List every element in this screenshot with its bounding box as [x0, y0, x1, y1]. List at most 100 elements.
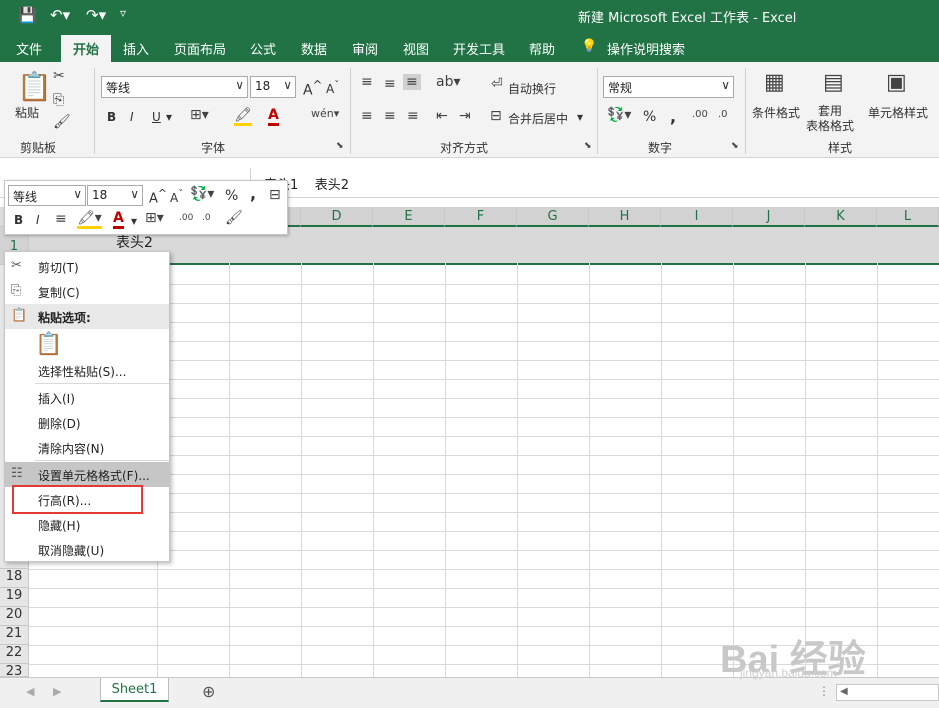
mini-decrease-decimal-icon[interactable]: .0: [202, 213, 211, 223]
align-right-icon[interactable]: ≡: [407, 108, 419, 124]
horizontal-scrollbar[interactable]: ◀: [836, 684, 939, 701]
mini-font-color-icon[interactable]: A: [113, 210, 124, 229]
column-header[interactable]: D: [301, 207, 373, 227]
align-top-icon[interactable]: ≡: [361, 74, 373, 90]
menu-item-cut[interactable]: ✂ 剪切(T): [5, 254, 169, 279]
row-header[interactable]: 19: [0, 588, 29, 607]
mini-bold-button[interactable]: B: [14, 213, 23, 227]
menu-item-clear[interactable]: 清除内容(N): [5, 435, 169, 460]
column-header[interactable]: L: [877, 207, 939, 227]
cell-b1[interactable]: 表头2: [116, 232, 153, 252]
tab-formulas[interactable]: 公式: [250, 39, 276, 58]
merge-center-button[interactable]: 合并后居中: [508, 110, 568, 127]
redo-icon[interactable]: ↷▾: [86, 6, 106, 24]
align-left-icon[interactable]: ≡: [361, 108, 373, 124]
accounting-icon[interactable]: 💱▾: [607, 107, 631, 123]
tell-me-search[interactable]: 操作说明搜索: [607, 39, 685, 58]
increase-indent-icon[interactable]: ⇥: [459, 108, 471, 124]
mini-shrink-font-icon[interactable]: Aˇ: [170, 189, 183, 205]
number-format-combo[interactable]: 常规 ∨: [603, 76, 734, 98]
cut-icon[interactable]: ✂: [53, 68, 65, 84]
menu-item-delete[interactable]: 删除(D): [5, 410, 169, 435]
dialog-launcher-icon[interactable]: ⬊: [336, 141, 344, 151]
format-painter-icon[interactable]: 🖌: [53, 114, 71, 130]
row-header[interactable]: 23: [0, 664, 29, 677]
column-header[interactable]: E: [373, 207, 445, 227]
conditional-format-button[interactable]: 条件格式: [752, 104, 800, 121]
align-center-icon[interactable]: ≡: [384, 108, 396, 124]
add-sheet-icon[interactable]: ⊕: [202, 682, 215, 701]
mini-border-icon[interactable]: ⊞▾: [145, 210, 164, 226]
mini-increase-decimal-icon[interactable]: .00: [179, 213, 193, 223]
shrink-font-icon[interactable]: Aˇ: [326, 80, 339, 96]
comma-button[interactable]: ,: [670, 107, 676, 126]
next-sheet-icon[interactable]: ▶: [53, 685, 61, 698]
tab-data[interactable]: 数据: [301, 39, 327, 58]
border-icon[interactable]: ⊞▾: [190, 107, 209, 123]
fill-color-icon[interactable]: 🖍: [234, 107, 252, 126]
column-header[interactable]: J: [733, 207, 805, 227]
dialog-launcher-icon[interactable]: ⬊: [731, 141, 739, 151]
formula-input[interactable]: 表头1 表头2: [250, 168, 939, 197]
wrap-text-button[interactable]: 自动换行: [508, 80, 556, 97]
percent-button[interactable]: %: [643, 109, 656, 125]
tab-page-layout[interactable]: 页面布局: [174, 39, 226, 58]
font-size-combo[interactable]: 18 ∨: [250, 76, 296, 98]
customize-qat-icon[interactable]: ▿: [120, 6, 126, 20]
row-header[interactable]: 21: [0, 626, 29, 645]
tab-help[interactable]: 帮助: [529, 39, 555, 58]
paste-option-icon[interactable]: 📋: [35, 332, 62, 357]
menu-item-format-cells[interactable]: ☷ 设置单元格格式(F)...: [5, 462, 169, 487]
italic-button[interactable]: I: [130, 110, 134, 124]
tab-developer[interactable]: 开发工具: [453, 39, 505, 58]
align-bottom-icon[interactable]: ≡: [403, 74, 421, 90]
dialog-launcher-icon[interactable]: ⬊: [584, 141, 592, 151]
menu-item-insert[interactable]: 插入(I): [5, 385, 169, 410]
menu-item-copy[interactable]: ⎘ 复制(C): [5, 279, 169, 304]
tab-view[interactable]: 视图: [403, 39, 429, 58]
mini-format-painter-icon[interactable]: 🖌: [225, 210, 243, 226]
tab-home[interactable]: 开始: [61, 35, 112, 62]
cell-styles-icon[interactable]: ▣: [886, 70, 907, 95]
column-header[interactable]: F: [445, 207, 517, 227]
column-header[interactable]: H: [589, 207, 661, 227]
conditional-format-icon[interactable]: ▦: [764, 70, 785, 95]
tab-review[interactable]: 审阅: [352, 39, 378, 58]
scroll-left-icon[interactable]: ◀: [840, 686, 848, 697]
mini-italic-button[interactable]: I: [36, 213, 40, 227]
column-header[interactable]: G: [517, 207, 589, 227]
column-header[interactable]: K: [805, 207, 877, 227]
format-as-table-icon[interactable]: ▤: [823, 70, 844, 95]
chevron-down-icon[interactable]: ▾: [577, 110, 583, 124]
orientation-icon[interactable]: ab▾: [436, 74, 461, 90]
mini-grow-font-icon[interactable]: A^: [149, 187, 167, 206]
mini-align-center-icon[interactable]: ≡: [55, 211, 67, 227]
phonetic-icon[interactable]: wén▾: [311, 107, 339, 120]
decrease-indent-icon[interactable]: ⇤: [436, 108, 448, 124]
copy-icon[interactable]: ⎘: [53, 92, 64, 108]
grow-font-icon[interactable]: A^: [303, 78, 322, 99]
row-header[interactable]: 22: [0, 645, 29, 664]
menu-item-paste-special[interactable]: 选择性粘贴(S)...: [5, 358, 169, 383]
align-middle-icon[interactable]: ≡: [384, 76, 396, 92]
chevron-down-icon[interactable]: ▾: [131, 214, 137, 228]
bold-button[interactable]: B: [107, 110, 116, 124]
tab-insert[interactable]: 插入: [123, 39, 149, 58]
paste-button[interactable]: 粘贴: [15, 104, 39, 121]
font-color-icon[interactable]: A: [268, 107, 279, 126]
mini-percent-button[interactable]: %: [225, 188, 238, 204]
undo-icon[interactable]: ↶▾: [50, 6, 70, 24]
sheet-tab[interactable]: Sheet1: [100, 678, 169, 702]
menu-item-hide[interactable]: 隐藏(H): [5, 512, 169, 537]
row-header[interactable]: 20: [0, 607, 29, 626]
format-as-table-button[interactable]: 套用 表格格式: [806, 104, 854, 134]
cell-styles-button[interactable]: 单元格样式: [868, 104, 928, 121]
menu-item-unhide[interactable]: 取消隐藏(U): [5, 537, 169, 562]
prev-sheet-icon[interactable]: ◀: [26, 685, 34, 698]
mini-accounting-icon[interactable]: 💱▾: [190, 186, 214, 202]
merge-center-icon[interactable]: ⊟: [490, 108, 502, 124]
mini-font-combo[interactable]: 等线 ∨: [8, 185, 86, 206]
column-header[interactable]: I: [661, 207, 733, 227]
mini-format-table-icon[interactable]: ⊟: [269, 187, 281, 203]
underline-button[interactable]: U: [152, 110, 161, 124]
